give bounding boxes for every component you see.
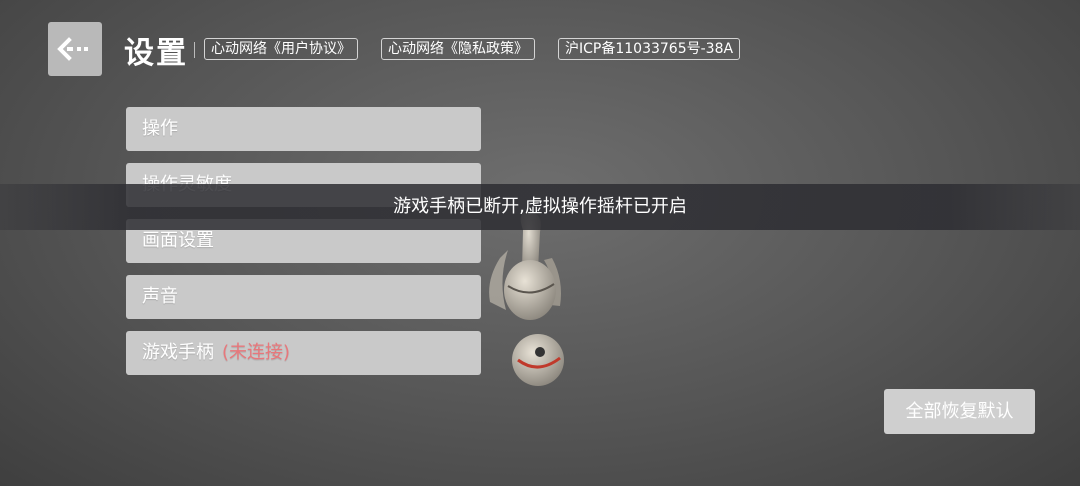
menu-item-sound[interactable]: 声音 (126, 275, 481, 319)
toast-message: 游戏手柄已断开,虚拟操作摇杆已开启 (0, 184, 1080, 230)
settings-screen: 设置 心动网络《用户协议》 心动网络《隐私政策》 沪ICP备11033765号-… (0, 0, 1080, 486)
reset-all-button[interactable]: 全部恢复默认 (884, 389, 1035, 434)
menu-item-gamepad[interactable]: 游戏手柄 (未连接) (126, 331, 481, 375)
title-divider (194, 42, 195, 58)
gamepad-status: (未连接) (222, 342, 291, 363)
menu-item-controls[interactable]: 操作 (126, 107, 481, 151)
back-button[interactable] (48, 22, 102, 76)
character-figure (489, 211, 564, 386)
user-agreement-link[interactable]: 心动网络《用户协议》 (204, 38, 358, 60)
icp-license-link[interactable]: 沪ICP备11033765号-38A (558, 38, 741, 60)
back-arrow-icon (57, 37, 88, 61)
privacy-policy-link[interactable]: 心动网络《隐私政策》 (381, 38, 535, 60)
page-title: 设置 (124, 36, 188, 71)
gamepad-label: 游戏手柄 (142, 342, 214, 363)
